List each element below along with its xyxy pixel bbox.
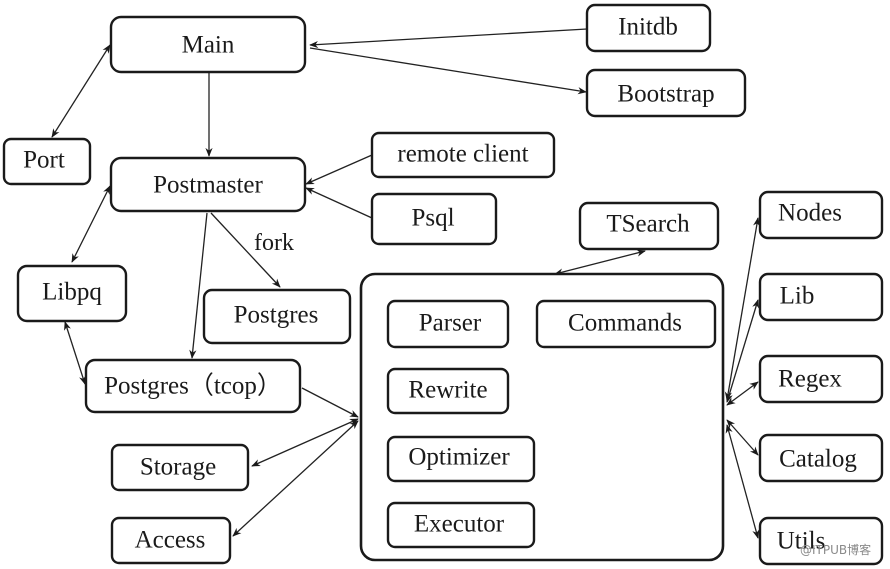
node-optimizer-label: Optimizer — [408, 444, 510, 471]
node-psql[interactable]: Psql — [370, 192, 498, 246]
node-access[interactable]: Access — [110, 516, 232, 565]
node-regex[interactable]: Regex — [758, 354, 884, 404]
node-commands[interactable]: Commands — [535, 299, 717, 349]
node-nodes[interactable]: Nodes — [758, 190, 884, 240]
node-access-label: Access — [135, 527, 206, 554]
watermark: @ITPUB博客 — [800, 542, 871, 557]
node-lib[interactable]: Lib — [758, 272, 884, 322]
edge-initdb-main — [309, 28, 588, 49]
edge-tcop-engine — [301, 387, 359, 418]
edge-engine-catalog — [726, 419, 759, 456]
node-libpq-label: Libpq — [42, 279, 102, 306]
edge-postmaster-libpq — [71, 185, 111, 263]
node-postgres-tcop[interactable]: Postgres（tcop） — [84, 358, 302, 414]
node-parser-label: Parser — [419, 310, 482, 337]
edge-engine-nodes — [724, 217, 761, 401]
edge-engine-storage — [251, 418, 359, 467]
node-parser[interactable]: Parser — [386, 299, 510, 349]
node-storage-label: Storage — [140, 454, 216, 481]
node-tsearch[interactable]: TSearch — [578, 201, 720, 251]
edge-libpq-postgres-tcop — [64, 321, 86, 385]
node-executor-label: Executor — [414, 511, 505, 538]
fork-label: fork — [254, 230, 294, 256]
node-catalog-label: Catalog — [779, 446, 857, 473]
node-psql-label: Psql — [411, 205, 454, 232]
node-rewrite[interactable]: Rewrite — [386, 367, 510, 415]
edge-remote-client-postmaster — [305, 154, 373, 185]
node-postgres[interactable]: Postgres — [202, 288, 352, 345]
node-remote-client-label: remote client — [397, 141, 528, 168]
node-postgres-label: Postgres — [234, 302, 319, 329]
node-port-label: Port — [23, 147, 65, 174]
node-libpq[interactable]: Libpq — [16, 264, 128, 323]
node-catalog[interactable]: Catalog — [758, 433, 884, 483]
node-remote-client[interactable]: remote client — [370, 131, 556, 179]
node-lib-label: Lib — [780, 283, 815, 310]
node-postmaster-label: Postmaster — [153, 172, 263, 199]
edge-psql-postmaster — [305, 187, 373, 219]
edge-engine-access — [232, 420, 359, 537]
node-utils[interactable]: Utils — [758, 516, 884, 566]
edge-main-port — [51, 44, 111, 138]
edge-engine-lib — [725, 299, 760, 403]
node-bootstrap-label: Bootstrap — [617, 81, 714, 108]
node-bootstrap[interactable]: Bootstrap — [585, 68, 747, 118]
node-main-label: Main — [182, 32, 235, 59]
node-commands-label: Commands — [568, 310, 682, 337]
node-initdb-label: Initdb — [618, 14, 678, 41]
node-executor[interactable]: Executor — [386, 501, 536, 549]
node-rewrite-label: Rewrite — [408, 377, 487, 404]
node-main[interactable]: Main — [109, 15, 307, 74]
node-postmaster[interactable]: Postmaster — [109, 156, 307, 213]
edge-main-bootstrap — [309, 47, 587, 95]
node-tsearch-label: TSearch — [606, 211, 690, 238]
node-postgres-tcop-label: Postgres（tcop） — [104, 372, 282, 400]
node-optimizer[interactable]: Optimizer — [386, 435, 536, 483]
node-port[interactable]: Port — [2, 137, 92, 186]
architecture-diagram: fork Main Initdb Bootstrap Port Postmast… — [2, 3, 884, 566]
edge-engine-utils — [725, 424, 760, 539]
edge-tsearch-engine — [554, 249, 646, 276]
node-regex-label: Regex — [778, 366, 842, 393]
diagram-canvas: fork Main Initdb Bootstrap Port Postmast… — [0, 0, 890, 569]
node-nodes-label: Nodes — [778, 200, 842, 227]
node-initdb[interactable]: Initdb — [585, 3, 712, 53]
node-storage[interactable]: Storage — [110, 443, 250, 492]
